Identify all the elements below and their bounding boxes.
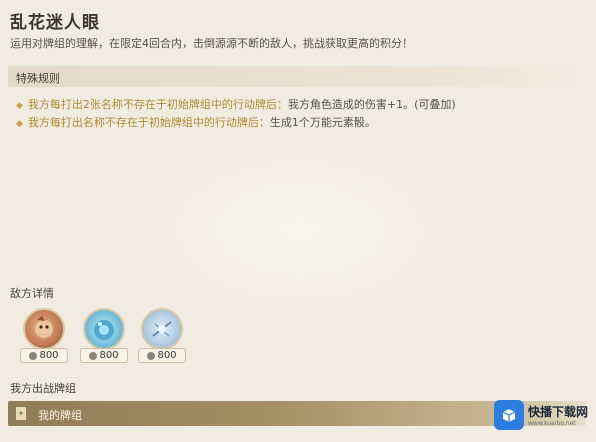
bullet-icon: ◆ bbox=[16, 101, 23, 111]
rule-item: ◆ 我方每打出名称不存在于初始牌组中的行动牌后：生成1个万能元素骰。 bbox=[16, 114, 376, 130]
page-title: 乱花迷人眼 bbox=[10, 13, 100, 33]
background-glow bbox=[120, 130, 480, 330]
enemy-hp-value: 800 bbox=[99, 350, 119, 361]
watermark-text: 快播下载网 bbox=[528, 405, 589, 419]
rock-creature-icon bbox=[23, 308, 65, 350]
rule-highlight: 我方每打出名称不存在于初始牌组中的行动牌后： bbox=[27, 116, 270, 129]
deck-section-title: 我方出战牌组 bbox=[10, 382, 76, 395]
enemy-hp: 800 bbox=[138, 348, 186, 363]
enemy-section-title: 敌方详情 bbox=[10, 287, 54, 300]
hp-icon bbox=[147, 351, 156, 360]
hp-icon bbox=[29, 351, 38, 360]
rules-header: 特殊规则 bbox=[8, 66, 588, 87]
bullet-icon: ◆ bbox=[16, 119, 23, 129]
rule-highlight: 我方每打出2张名称不存在于初始牌组中的行动牌后： bbox=[27, 98, 288, 111]
watermark: 快播下载网 www.kuaibo.net bbox=[494, 392, 594, 438]
enemy-hp-value: 800 bbox=[157, 350, 177, 361]
deck-label: 我的牌组 bbox=[38, 409, 82, 422]
enemy-card[interactable]: 800 bbox=[20, 308, 72, 366]
watermark-logo-icon bbox=[494, 400, 524, 430]
enemy-hp: 800 bbox=[80, 348, 128, 363]
enemy-hp-value: 800 bbox=[39, 350, 59, 361]
page-description: 运用对牌组的理解，在限定4回合内，击倒源源不断的敌人，挑战获取更高的积分！ bbox=[10, 37, 413, 50]
watermark-subtext: www.kuaibo.net bbox=[528, 420, 576, 427]
cryo-slime-icon bbox=[141, 308, 183, 350]
rule-text: 我方角色造成的伤害+1。(可叠加) bbox=[287, 98, 456, 111]
enemy-card[interactable]: 800 bbox=[80, 308, 132, 366]
card-deck-icon: ✦ bbox=[16, 407, 26, 420]
enemy-card[interactable]: 800 bbox=[138, 308, 190, 366]
enemy-hp: 800 bbox=[20, 348, 68, 363]
rule-text: 生成1个万能元素骰。 bbox=[269, 116, 376, 129]
hydro-slime-icon bbox=[83, 308, 125, 350]
hp-icon bbox=[89, 351, 98, 360]
rule-item: ◆ 我方每打出2张名称不存在于初始牌组中的行动牌后：我方角色造成的伤害+1。(可叠… bbox=[16, 96, 456, 112]
rules-header-label: 特殊规则 bbox=[16, 72, 60, 85]
